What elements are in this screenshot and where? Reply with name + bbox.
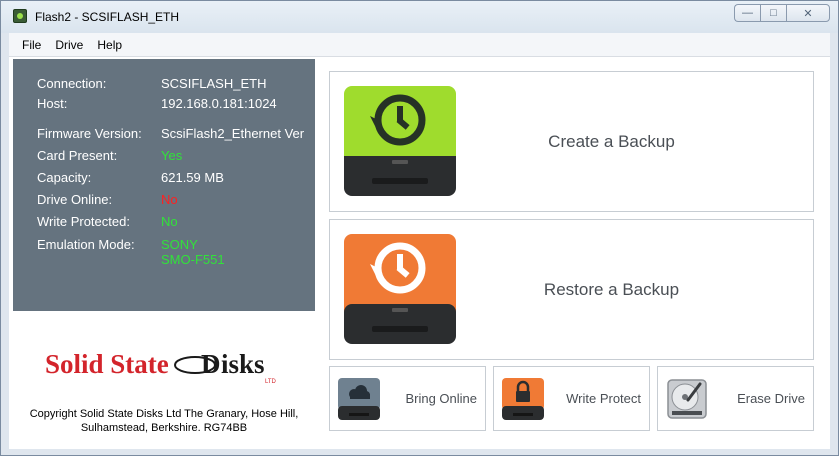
info-row-emulation-2: SMO-F551 [161, 252, 225, 267]
lock-drive-icon [502, 378, 544, 420]
write-protected-label: Write Protected: [37, 214, 130, 229]
info-row-write-protected: Write Protected: No [37, 214, 178, 229]
drive-info-panel: Connection: SCSIFLASH_ETH Host: 192.168.0.… [13, 59, 315, 311]
bring-online-label: Bring Online [405, 391, 477, 406]
create-backup-button[interactable]: Create a Backup [329, 71, 814, 212]
card-present-value: Yes [161, 148, 183, 163]
erase-drive-label: Erase Drive [737, 391, 805, 406]
restore-backup-label: Restore a Backup [543, 279, 680, 299]
copyright-line2: Sulhamstead, Berkshire. RG74BB [80, 422, 248, 434]
app-window: Flash2 - SCSIFLASH_ETH — □ ✕ File Drive … [0, 0, 839, 456]
capacity-label: Capacity: [37, 170, 92, 185]
hard-disk-icon [667, 379, 707, 419]
connection-label: Connection: [37, 76, 107, 91]
write-protect-button[interactable]: Write Protect [493, 366, 650, 431]
menu-file[interactable]: File [15, 38, 48, 52]
card-present-label: Card Present: [37, 148, 118, 163]
connection-value: SCSIFLASH_ETH [161, 76, 267, 91]
info-row-emulation: Emulation Mode: SONY [37, 237, 198, 252]
logo-text-end: isks [221, 349, 265, 379]
capacity-value: 621.59 MB [161, 170, 224, 185]
menu-help[interactable]: Help [90, 38, 129, 52]
emulation-label: Emulation Mode: [37, 237, 135, 252]
menu-bar: File Drive Help [9, 33, 830, 57]
host-label: Host: [37, 96, 68, 111]
window-controls: — □ ✕ [734, 4, 830, 22]
restore-backup-button[interactable]: Restore a Backup [329, 219, 814, 360]
drive-online-label: Drive Online: [37, 192, 113, 207]
host-value: 192.168.0.181:1024 [161, 96, 277, 111]
info-row-connection: Connection: SCSIFLASH_ETH [37, 76, 266, 91]
write-protected-value: No [161, 214, 178, 229]
copyright-line1: Copyright Solid State Disks Ltd The Gran… [29, 408, 299, 420]
menu-drive[interactable]: Drive [48, 38, 90, 52]
info-row-host: Host: 192.168.0.181:1024 [37, 96, 277, 111]
minimize-button[interactable]: — [734, 4, 760, 22]
drive-online-value: No [161, 192, 178, 207]
emulation-value-line1: SONY [161, 237, 198, 252]
window-title: Flash2 - SCSIFLASH_ETH [35, 10, 180, 24]
logo-area: Solid State D isks LTD Copyright Solid S… [13, 311, 315, 447]
cloud-drive-icon [338, 378, 380, 420]
emulation-value-line2: SMO-F551 [161, 252, 225, 267]
title-bar[interactable]: Flash2 - SCSIFLASH_ETH — □ ✕ [1, 1, 838, 33]
firmware-value: ScsiFlash2_Ethernet Ver [161, 126, 305, 141]
erase-drive-button[interactable]: Erase Drive [657, 366, 814, 431]
bring-online-button[interactable]: Bring Online [329, 366, 486, 431]
info-row-drive-online: Drive Online: No [37, 192, 178, 207]
firmware-label: Firmware Version: [37, 126, 142, 141]
client-area: Connection: SCSIFLASH_ETH Host: 192.168.0.… [9, 57, 830, 449]
create-backup-label: Create a Backup [548, 131, 675, 151]
logo-letter-d: D [201, 349, 221, 379]
app-icon [13, 9, 27, 23]
write-protect-label: Write Protect [566, 391, 641, 406]
solid-state-disks-logo: Solid State D isks LTD [45, 349, 277, 385]
close-button[interactable]: ✕ [786, 4, 830, 22]
info-row-firmware: Firmware Version: ScsiFlash2_Ethernet Ver [37, 126, 304, 141]
info-row-card-present: Card Present: Yes [37, 148, 182, 163]
info-row-capacity: Capacity: 621.59 MB [37, 170, 224, 185]
copyright-text: Copyright Solid State Disks Ltd The Gran… [13, 407, 315, 435]
maximize-button[interactable]: □ [760, 4, 786, 22]
logo-text-main: Solid State [45, 349, 169, 379]
logo-ltd: LTD [265, 379, 277, 385]
